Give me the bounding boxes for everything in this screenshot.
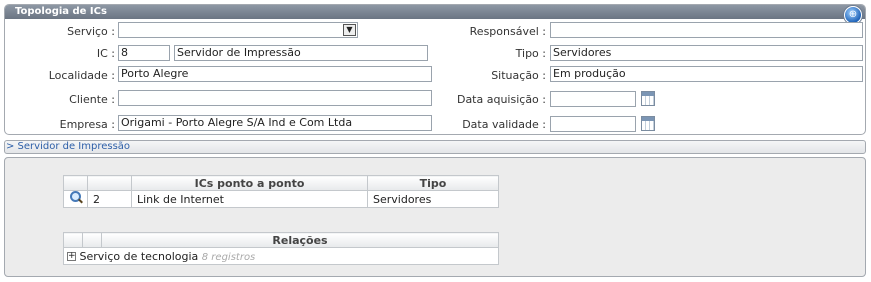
relacao-label[interactable]: Serviço de tecnologia (80, 250, 199, 263)
header-id-cell (87, 175, 132, 191)
responsavel-label: Responsável : (469, 25, 546, 38)
data-aquisicao-input[interactable] (550, 91, 636, 107)
ic-name-cell: Link de Internet (131, 190, 368, 208)
details-panel: ICs ponto a ponto Tipo 2 Link de Interne… (4, 157, 866, 277)
section-bar: > Servidor de Impressão (4, 140, 866, 154)
servico-label: Serviço : (67, 25, 115, 38)
localidade-label: Localidade : (48, 69, 115, 82)
panel-header: Topologia de ICs (5, 5, 865, 19)
relacao-count: 8 registros (201, 251, 256, 263)
topologia-panel: Topologia de ICs ⊕ Serviço : ▼ IC : 8 Se… (4, 4, 866, 135)
relacoes-table: Relações + Serviço de tecnologia 8 regis… (63, 232, 499, 265)
relacoes-table-header: Relações (63, 232, 499, 248)
magnifier-icon[interactable] (69, 191, 82, 204)
ics-table-header: ICs ponto a ponto Tipo (63, 175, 499, 191)
view-cell[interactable] (63, 190, 88, 208)
table-row: + Serviço de tecnologia 8 registros (63, 247, 499, 265)
servico-select[interactable]: ▼ (118, 22, 358, 38)
ic-label: IC : (96, 47, 115, 60)
header-tipo: Tipo (367, 175, 499, 191)
empresa-label: Empresa : (59, 118, 115, 131)
data-validade-input[interactable] (550, 116, 636, 132)
situacao-label: Situação : (491, 69, 546, 82)
responsavel-input[interactable] (550, 22, 863, 38)
chevron-down-icon[interactable]: ▼ (343, 24, 356, 36)
calendar-icon[interactable] (641, 116, 655, 131)
calendar-icon[interactable] (641, 91, 655, 106)
ic-tipo-cell: Servidores (367, 190, 499, 208)
localidade-input[interactable]: Porto Alegre (118, 66, 432, 82)
tipo-label: Tipo : (515, 47, 546, 60)
tipo-input[interactable]: Servidores (550, 45, 863, 61)
table-row: 2 Link de Internet Servidores (63, 190, 499, 208)
header-blank-cell (63, 175, 88, 191)
data-aquisicao-label: Data aquisição : (456, 93, 546, 106)
ics-table: ICs ponto a ponto Tipo 2 Link de Interne… (63, 175, 499, 208)
panel-title: Topologia de ICs (15, 6, 107, 17)
header-blank-cell (63, 232, 83, 248)
expand-icon[interactable]: + (67, 252, 76, 261)
situacao-input[interactable]: Em produção (550, 66, 863, 82)
relacao-row-cell: + Serviço de tecnologia 8 registros (63, 247, 499, 265)
empresa-input[interactable]: Origami - Porto Alegre S/A Ind e Com Ltd… (118, 115, 432, 131)
data-validade-label: Data validade : (462, 118, 546, 131)
ic-id-cell: 2 (87, 190, 132, 208)
ic-number-input[interactable]: 8 (118, 45, 170, 61)
cliente-label: Cliente : (69, 93, 115, 106)
header-blank-cell (82, 232, 102, 248)
servidor-impressao-link[interactable]: > Servidor de Impressão (6, 141, 130, 152)
header-relacoes: Relações (101, 232, 499, 248)
cliente-input[interactable] (118, 90, 432, 106)
header-ics-ponto-a-ponto: ICs ponto a ponto (131, 175, 368, 191)
ic-name-input[interactable]: Servidor de Impressão (174, 45, 428, 61)
